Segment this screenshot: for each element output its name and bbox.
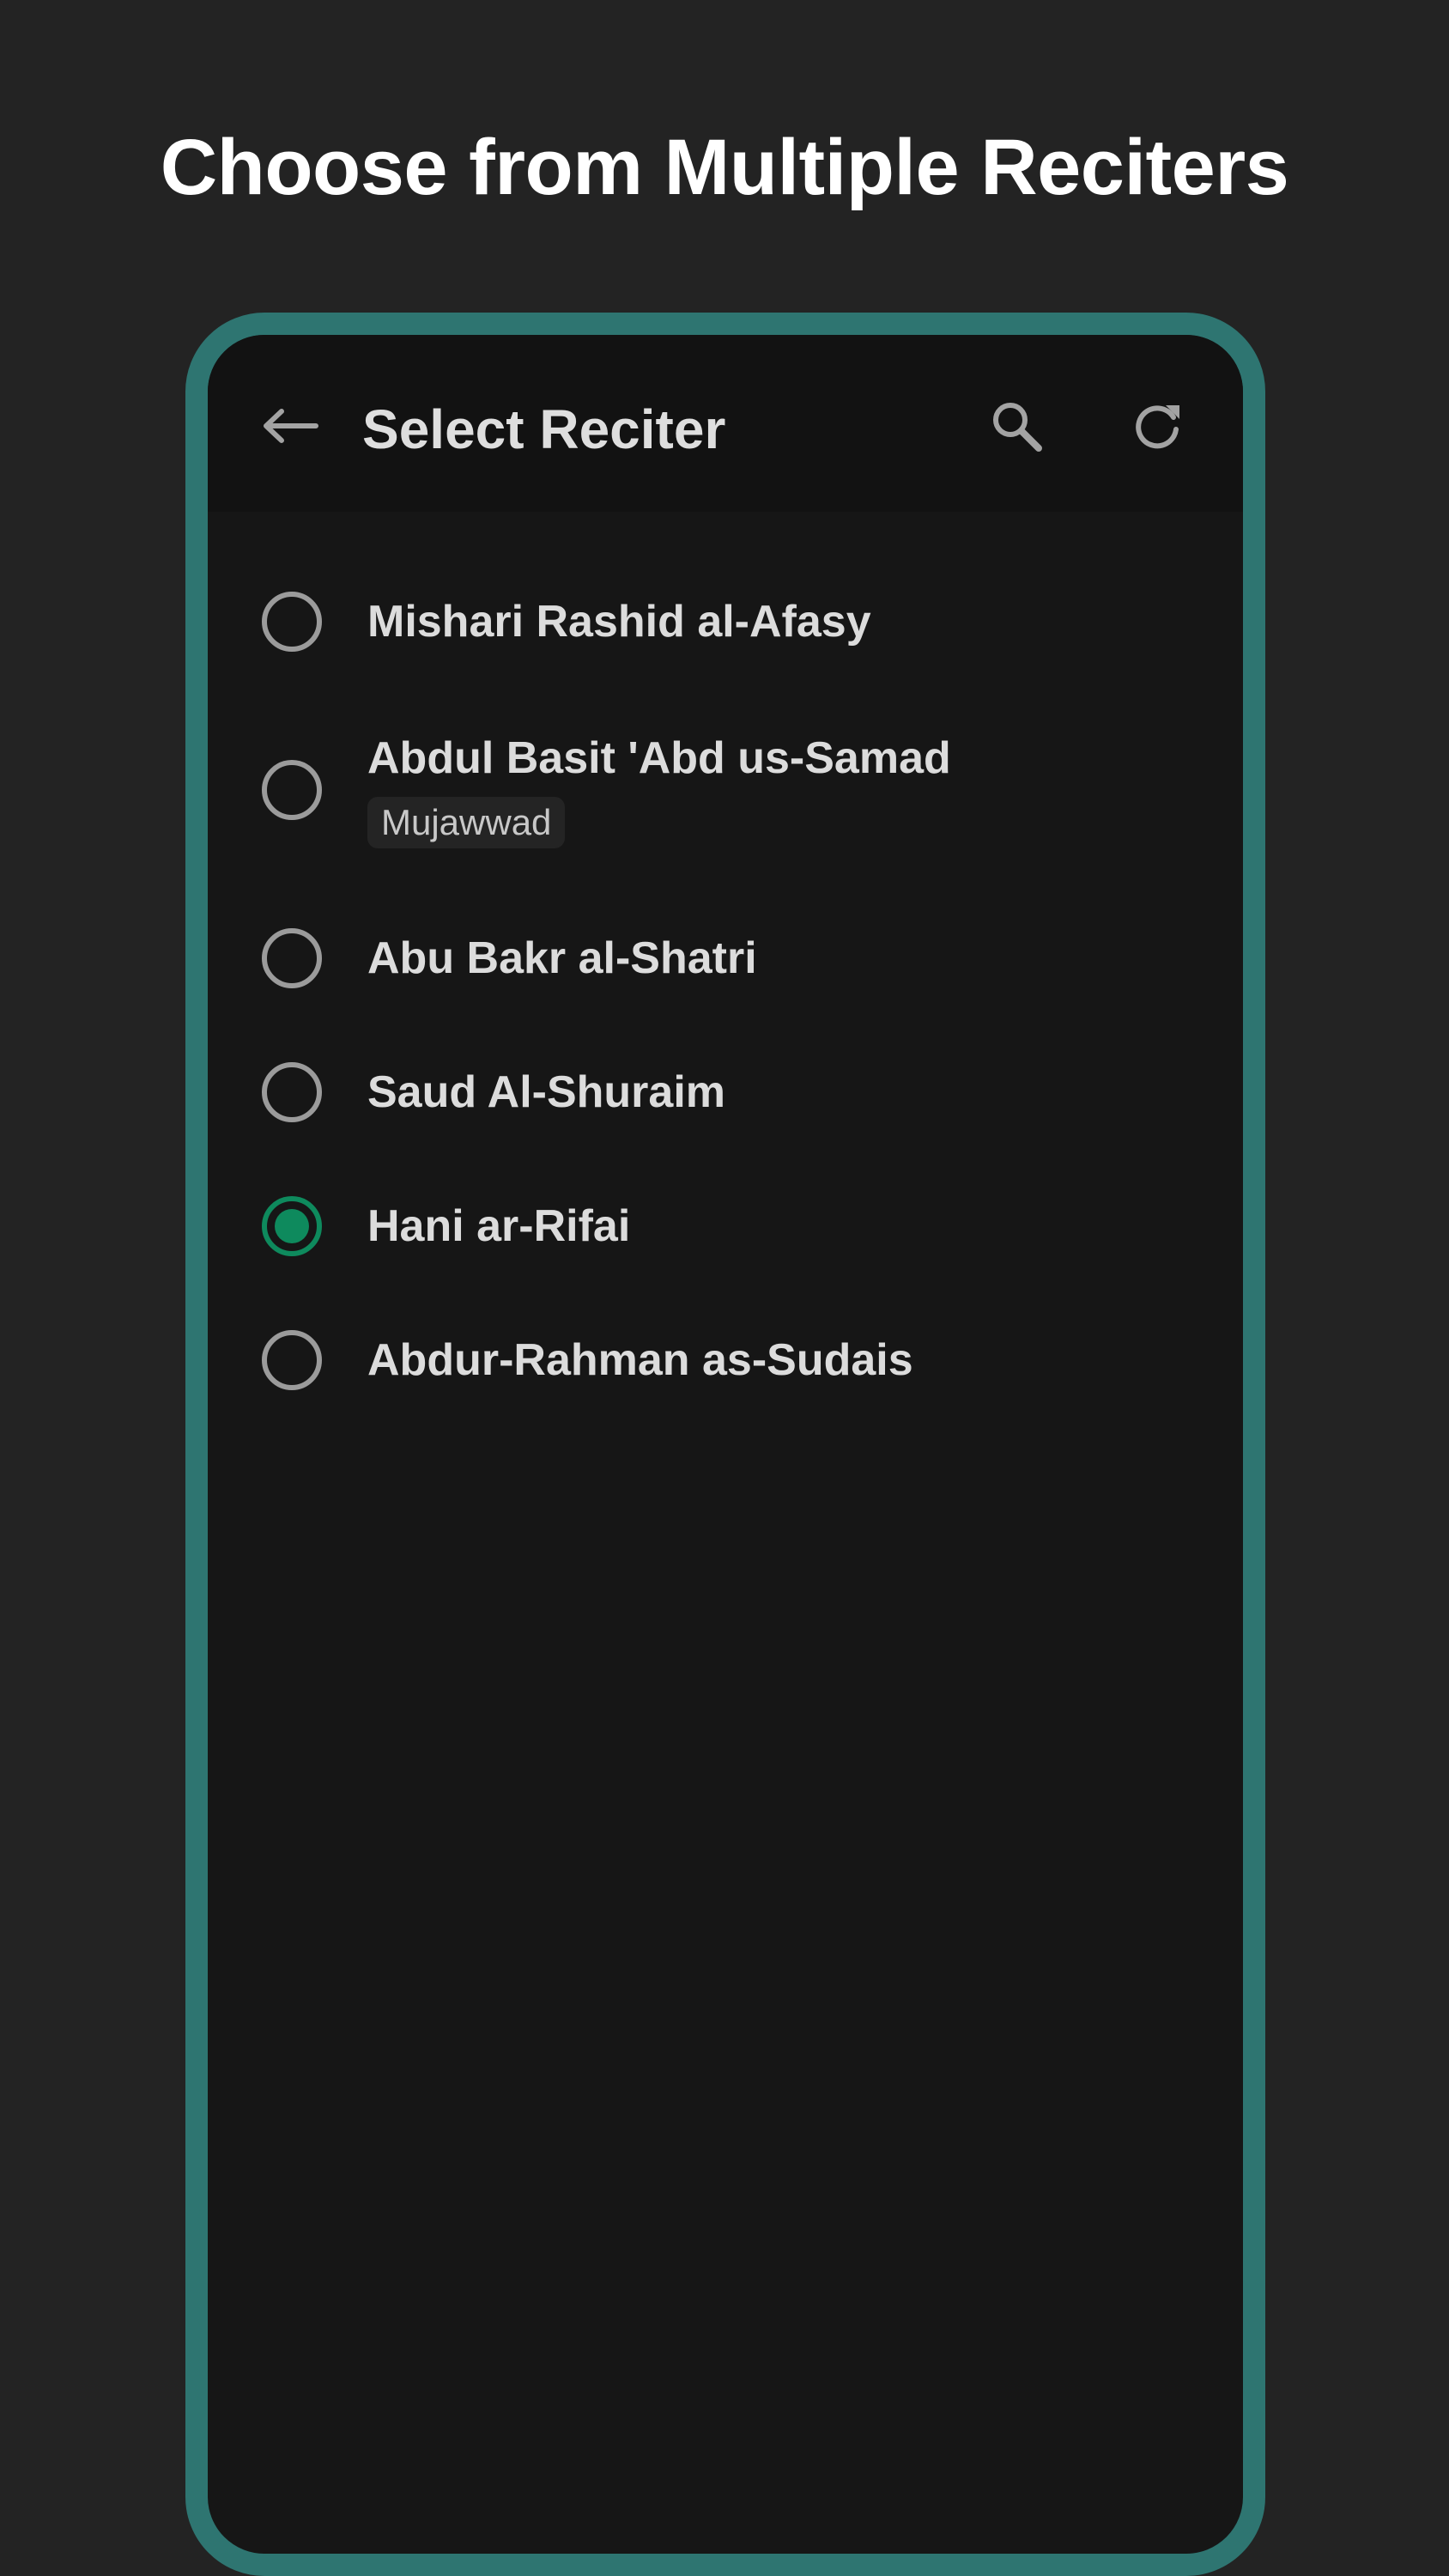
reciter-list: Mishari Rashid al-Afasy Abdul Basit 'Abd…: [208, 555, 1243, 1427]
radio-button[interactable]: [262, 1062, 322, 1122]
refresh-icon: [1136, 405, 1179, 449]
radio-button[interactable]: [262, 928, 322, 988]
refresh-button[interactable]: [1123, 392, 1191, 460]
reciter-item[interactable]: Mishari Rashid al-Afasy: [208, 555, 1243, 689]
promo-headline: Choose from Multiple Reciters: [160, 124, 1289, 211]
page-title: Select Reciter: [362, 398, 726, 460]
reciter-item[interactable]: Abdur-Rahman as-Sudais: [208, 1293, 1243, 1427]
radio-button[interactable]: [262, 760, 322, 820]
app-bar: Select Reciter: [208, 335, 1243, 512]
reciter-item[interactable]: Saud Al-Shuraim: [208, 1025, 1243, 1159]
reciter-item[interactable]: Abdul Basit 'Abd us-Samad Mujawwad: [208, 689, 1243, 891]
radio-button[interactable]: [262, 592, 322, 652]
arrow-left-icon: [264, 409, 318, 443]
reciter-name: Abdur-Rahman as-Sudais: [367, 1335, 913, 1385]
reciter-name: Mishari Rashid al-Afasy: [367, 597, 871, 647]
style-tag: Mujawwad: [367, 797, 566, 848]
reciter-name: Hani ar-Rifai: [367, 1201, 631, 1251]
search-button[interactable]: [982, 392, 1051, 460]
reciter-name: Saud Al-Shuraim: [367, 1067, 726, 1117]
phone-frame: Select Reciter Mishari Rashid al-Afasy A…: [185, 313, 1265, 2576]
reciter-name: Abu Bakr al-Shatri: [367, 933, 757, 983]
radio-button-selected[interactable]: [262, 1196, 322, 1256]
reciter-item[interactable]: Abu Bakr al-Shatri: [208, 891, 1243, 1025]
reciter-name: Abdul Basit 'Abd us-Samad: [367, 733, 951, 783]
reciter-item[interactable]: Hani ar-Rifai: [208, 1159, 1243, 1293]
radio-button[interactable]: [262, 1330, 322, 1390]
search-icon: [993, 403, 1042, 452]
back-button[interactable]: [256, 392, 324, 460]
